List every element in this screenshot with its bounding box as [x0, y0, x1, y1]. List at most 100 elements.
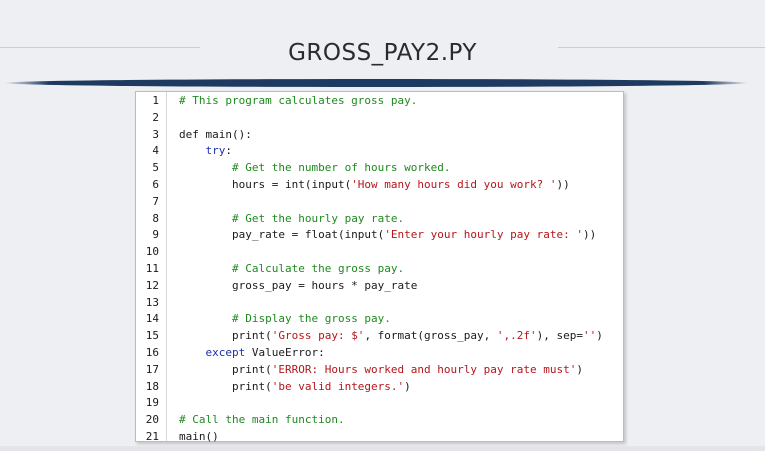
slide-bottom-edge: [0, 446, 765, 451]
line-number: 19: [145, 396, 159, 410]
line-number: 3: [152, 127, 159, 141]
code-token: gross_pay = hours * pay_rate: [179, 278, 418, 292]
code-line: 18 print('be valid integers.'): [136, 379, 623, 396]
line-number: 16: [145, 345, 159, 359]
code-token: )): [556, 177, 570, 191]
code-token: pay_rate = float(input(: [179, 228, 385, 242]
code-string: '': [583, 329, 597, 343]
code-line: 10: [136, 244, 623, 261]
code-token: print(: [179, 362, 272, 376]
line-number: 11: [145, 261, 159, 275]
code-comment: # This program calculates gross pay.: [179, 94, 418, 107]
code-text: # Display the gross pay.: [179, 311, 391, 328]
code-text: main(): [179, 429, 219, 446]
line-number: 21: [145, 429, 159, 443]
code-token: ): [404, 379, 411, 393]
line-number: 14: [145, 312, 159, 326]
code-line: 6 hours = int(input('How many hours did …: [136, 177, 623, 194]
code-line: 16 except ValueError:: [136, 345, 623, 362]
line-number: 18: [145, 379, 159, 393]
line-number: 10: [145, 245, 159, 259]
line-number: 6: [152, 177, 159, 191]
code-text: print('be valid integers.'): [179, 379, 411, 396]
line-number: 20: [145, 413, 159, 427]
code-text: hours = int(input('How many hours did yo…: [179, 177, 570, 194]
code-comment: # Display the gross pay.: [231, 312, 391, 326]
code-line: 19: [136, 395, 623, 412]
code-line: 11 # Calculate the gross pay.: [136, 261, 623, 278]
code-text: # Call the main function.: [179, 412, 345, 429]
code-token: hours = int(input(: [179, 177, 352, 191]
code-line: 2: [136, 110, 623, 127]
line-number: 12: [145, 278, 159, 292]
line-number: 9: [152, 228, 159, 242]
code-line: 5 # Get the number of hours worked.: [136, 160, 623, 177]
code-keyword: try: [205, 144, 226, 158]
code-token: )): [583, 228, 597, 242]
code-line: 14 # Display the gross pay.: [136, 311, 623, 328]
code-text: try:: [179, 143, 233, 160]
code-line: 12 gross_pay = hours * pay_rate: [136, 278, 623, 295]
code-string: ',.2f': [496, 329, 537, 343]
code-line: 9 pay_rate = float(input('Enter your hou…: [136, 227, 623, 244]
code-line: 15 print('Gross pay: $', format(gross_pa…: [136, 328, 623, 345]
code-text: pay_rate = float(input('Enter your hourl…: [179, 227, 596, 244]
code-token: print(: [179, 379, 272, 393]
code-token: def main():: [179, 127, 252, 141]
code-text: # Get the number of hours worked.: [179, 160, 451, 177]
code-text: gross_pay = hours * pay_rate: [179, 278, 417, 295]
title-accent-bar: [4, 79, 749, 87]
code-line: 1 # This program calculates gross pay.: [136, 93, 623, 110]
code-line: 21 main(): [136, 429, 623, 446]
code-text: print('ERROR: Hours worked and hourly pa…: [179, 362, 583, 379]
code-comment: # Call the main function.: [179, 413, 345, 427]
line-number: 1: [152, 94, 159, 107]
code-token: ): [596, 329, 603, 343]
line-number: 4: [152, 144, 159, 158]
code-string: 'be valid integers.': [271, 379, 405, 393]
line-number: 5: [152, 161, 159, 175]
code-string: 'Gross pay: $': [271, 329, 365, 343]
code-text: def main():: [179, 127, 252, 144]
code-text: # Get the hourly pay rate.: [179, 211, 404, 228]
code-line: 17 print('ERROR: Hours worked and hourly…: [136, 362, 623, 379]
code-lines: 1 # This program calculates gross pay. 2 3 d…: [136, 93, 623, 446]
code-comment: # Get the hourly pay rate.: [231, 211, 405, 225]
code-token: , format(gross_pay,: [364, 329, 497, 343]
code-token: ): [576, 362, 583, 376]
slide-title: GROSS_PAY2.PY: [288, 40, 477, 66]
code-string: 'ERROR: Hours worked and hourly pay rate…: [271, 362, 577, 376]
code-line: 13: [136, 295, 623, 312]
code-string: 'How many hours did you work? ': [351, 177, 557, 191]
code-line: 7: [136, 194, 623, 211]
line-number: 8: [152, 211, 159, 225]
code-line: 3 def main():: [136, 127, 623, 144]
code-comment: # Get the number of hours worked.: [231, 161, 451, 175]
code-line: 8 # Get the hourly pay rate.: [136, 211, 623, 228]
code-line: 4 try:: [136, 143, 623, 160]
code-text: except ValueError:: [179, 345, 325, 362]
code-text: print('Gross pay: $', format(gross_pay, …: [179, 328, 603, 345]
line-number: 17: [145, 362, 159, 376]
code-keyword: except: [205, 345, 246, 359]
code-string: 'Enter your hourly pay rate: ': [384, 228, 583, 242]
code-token: ValueError:: [245, 345, 325, 359]
line-number: 13: [145, 295, 159, 309]
code-token: :: [225, 144, 232, 158]
line-number: 15: [145, 329, 159, 343]
code-token: ), sep=: [536, 329, 583, 343]
code-token: print(: [179, 329, 272, 343]
line-number: 2: [152, 110, 159, 124]
code-text: # This program calculates gross pay.: [179, 93, 417, 110]
code-token: main(): [179, 429, 219, 443]
code-comment: # Calculate the gross pay.: [231, 261, 405, 275]
code-listing-panel: 1 # This program calculates gross pay. 2 3 d…: [135, 91, 624, 443]
code-text: # Calculate the gross pay.: [179, 261, 404, 278]
code-line: 20 # Call the main function.: [136, 412, 623, 429]
line-number: 7: [152, 194, 159, 208]
